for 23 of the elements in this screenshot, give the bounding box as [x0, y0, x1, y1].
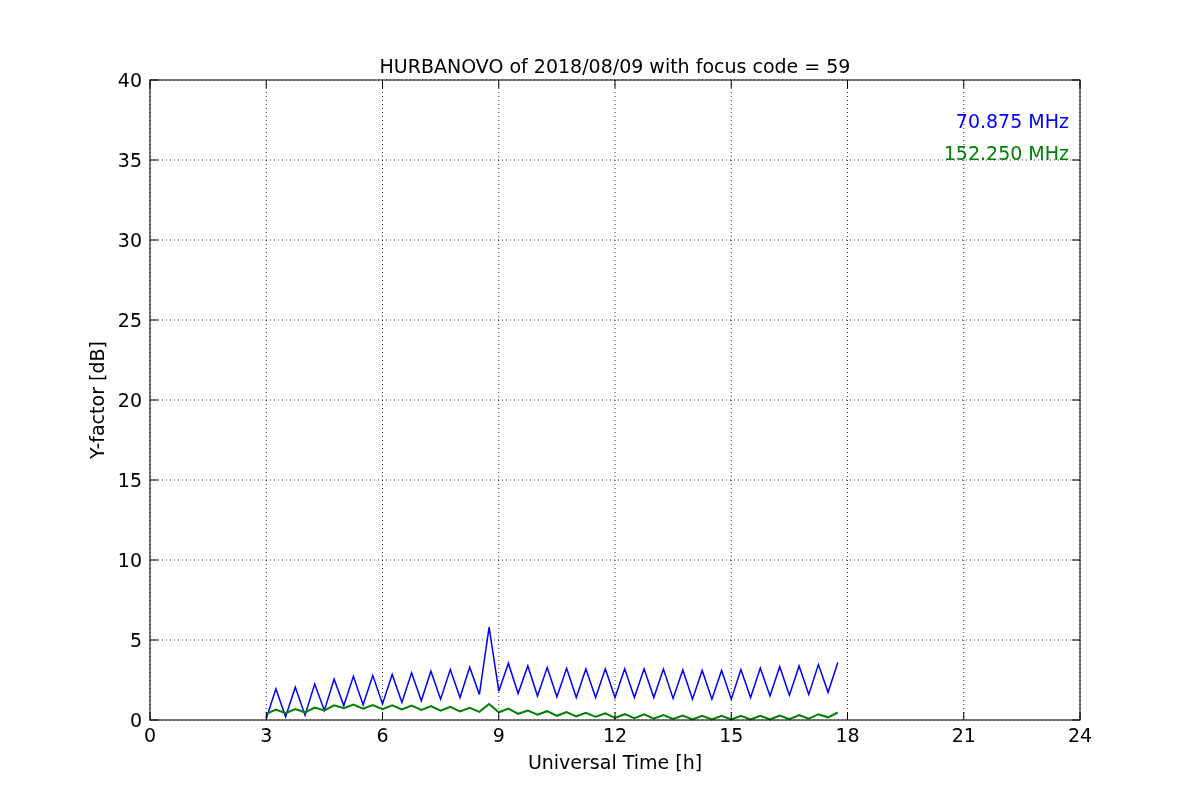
y-tick-label: 15	[117, 469, 142, 491]
y-tick-label: 25	[117, 309, 142, 331]
x-tick-label: 24	[1067, 724, 1093, 746]
y-tick-label: 20	[117, 389, 142, 411]
x-tick-label: 21	[951, 724, 976, 746]
x-tick-label: 18	[835, 724, 860, 746]
x-tick-label: 15	[719, 724, 744, 746]
legend-label: 152.250 MHz	[943, 142, 1069, 164]
x-tick-label: 12	[602, 724, 628, 746]
y-tick-label: 10	[117, 549, 142, 571]
y-tick-label: 5	[129, 629, 142, 651]
y-tick-label: 30	[117, 229, 142, 251]
x-axis-label: Universal Time [h]	[527, 751, 703, 773]
x-tick-label: 6	[376, 724, 389, 746]
y-tick-label: 35	[117, 149, 142, 171]
x-tick-label: 9	[492, 724, 505, 746]
chart-title: HURBANOVO of 2018/08/09 with focus code = 59	[379, 55, 851, 77]
y-tick-label: 0	[129, 709, 142, 731]
x-tick-label: 0	[143, 724, 157, 746]
legend-label: 70.875 MHz	[955, 110, 1069, 132]
y-axis-label: Y-factor [dB]	[86, 341, 108, 459]
x-tick-label: 3	[260, 724, 273, 746]
y-tick-label: 40	[117, 69, 142, 91]
